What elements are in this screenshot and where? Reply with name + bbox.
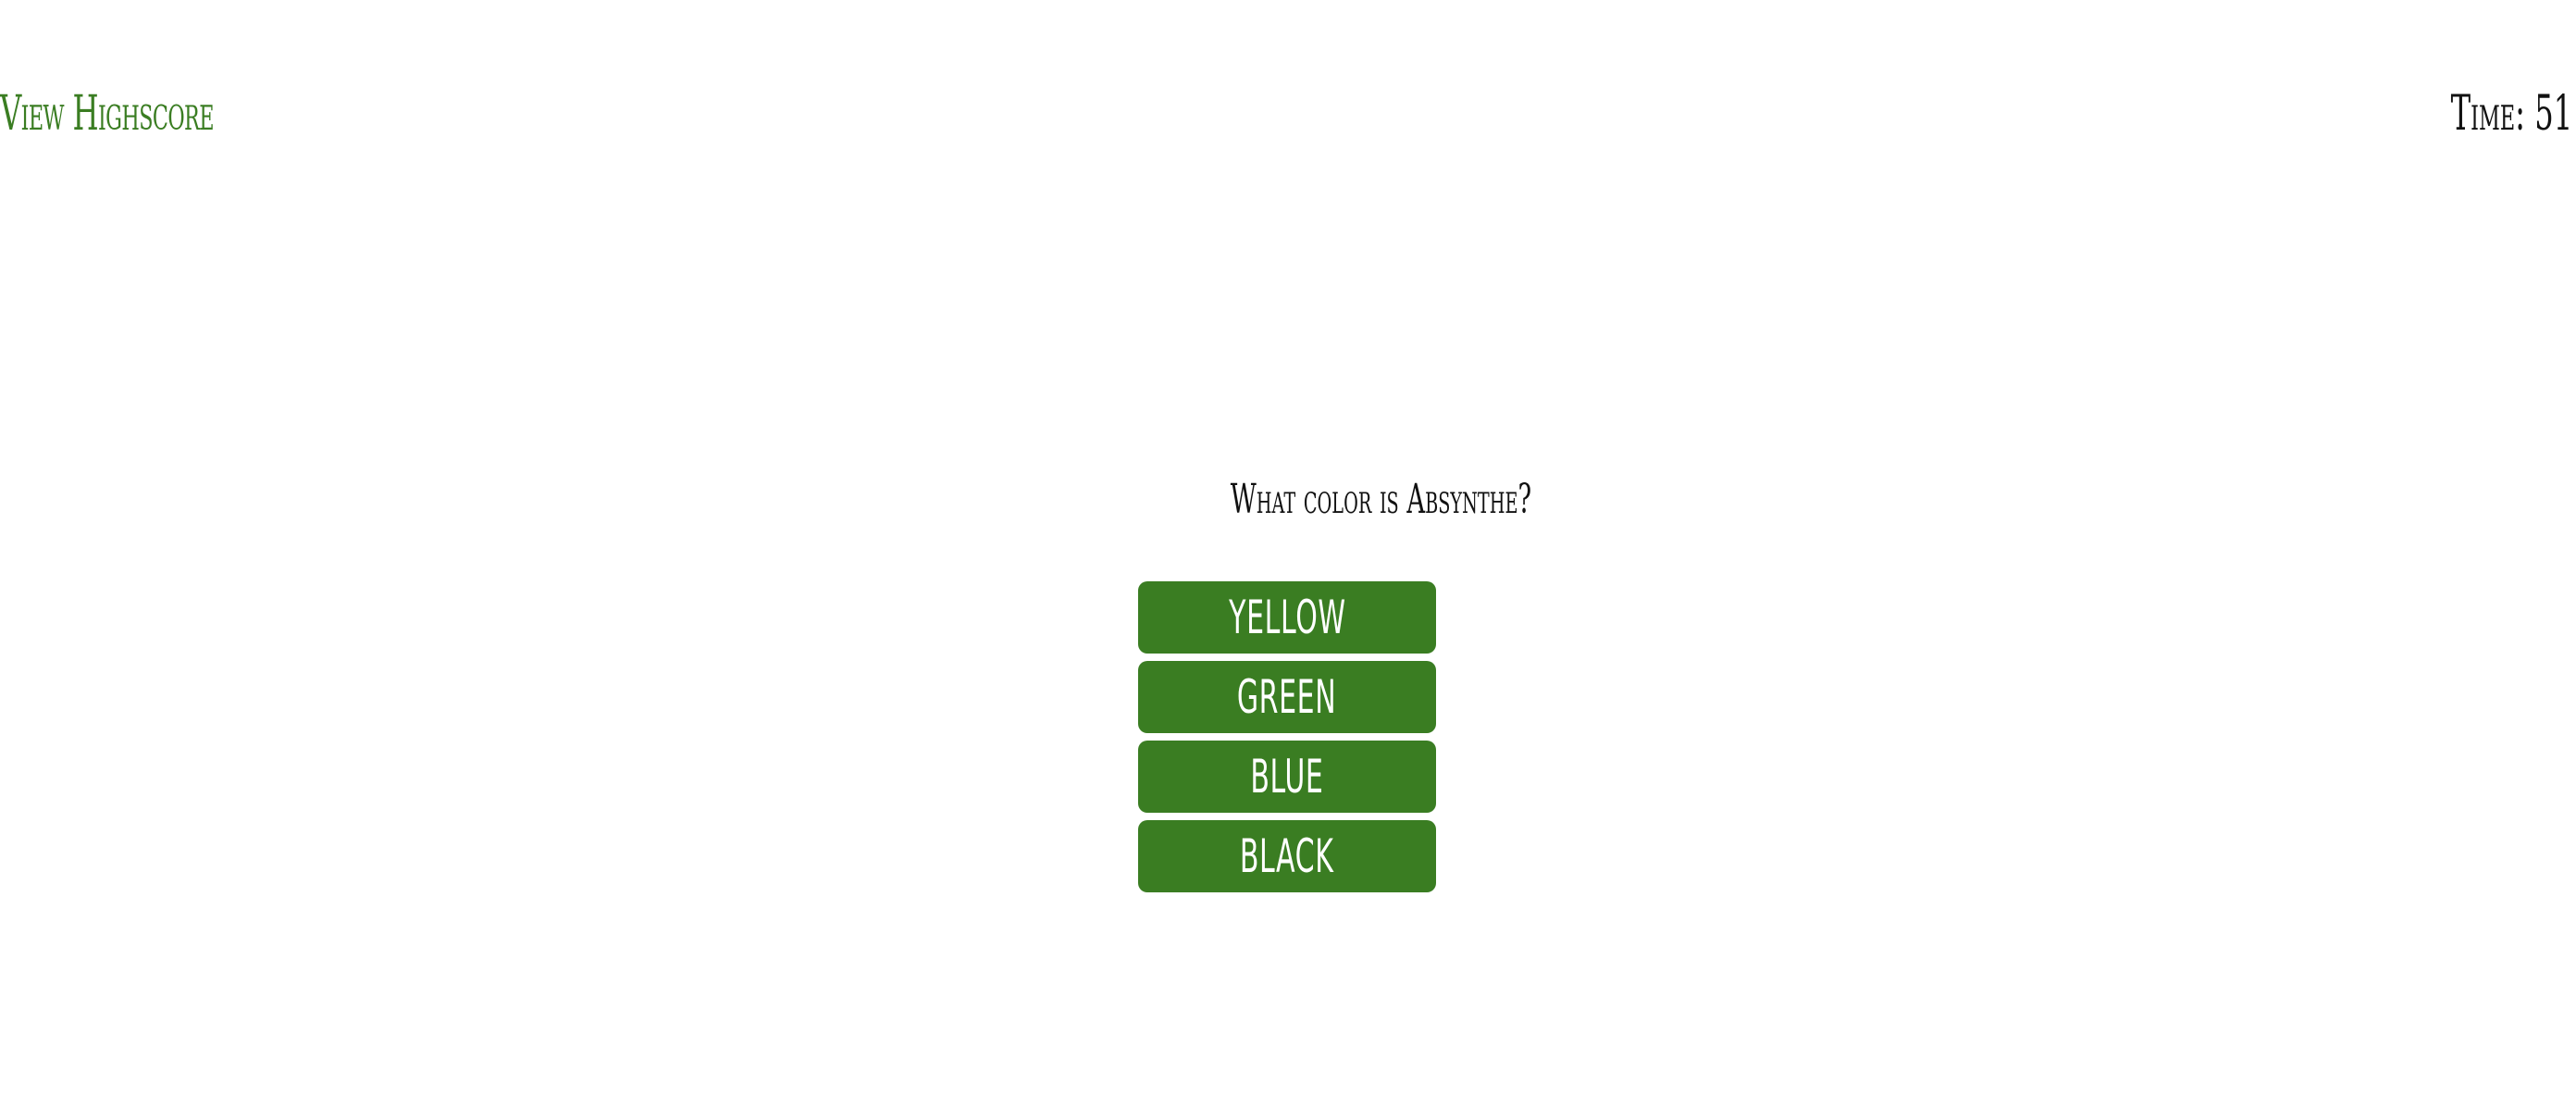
answer-label: YELLOW (1228, 591, 1346, 644)
answer-button-black[interactable]: BLACK (1138, 820, 1436, 892)
question-text: What color is Absynthe? (1230, 476, 1532, 523)
header: View Highscore Time: 51 (0, 0, 2576, 231)
view-highscore-link[interactable]: View Highscore (0, 81, 215, 146)
answer-button-blue[interactable]: BLUE (1138, 741, 1436, 813)
answer-button-green[interactable]: GREEN (1138, 661, 1436, 733)
question-heading: What color is Absynthe? (1138, 467, 1531, 532)
quiz-card: What color is Absynthe? YELLOW GREEN BLU… (1138, 467, 1531, 892)
answer-label: BLACK (1240, 829, 1334, 883)
answer-button-yellow[interactable]: YELLOW (1138, 581, 1436, 654)
answer-label: GREEN (1237, 670, 1337, 724)
timer-display: Time: 51 (2450, 86, 2572, 142)
answer-label: BLUE (1250, 750, 1324, 803)
answer-list: YELLOW GREEN BLUE BLACK (1138, 581, 1436, 900)
